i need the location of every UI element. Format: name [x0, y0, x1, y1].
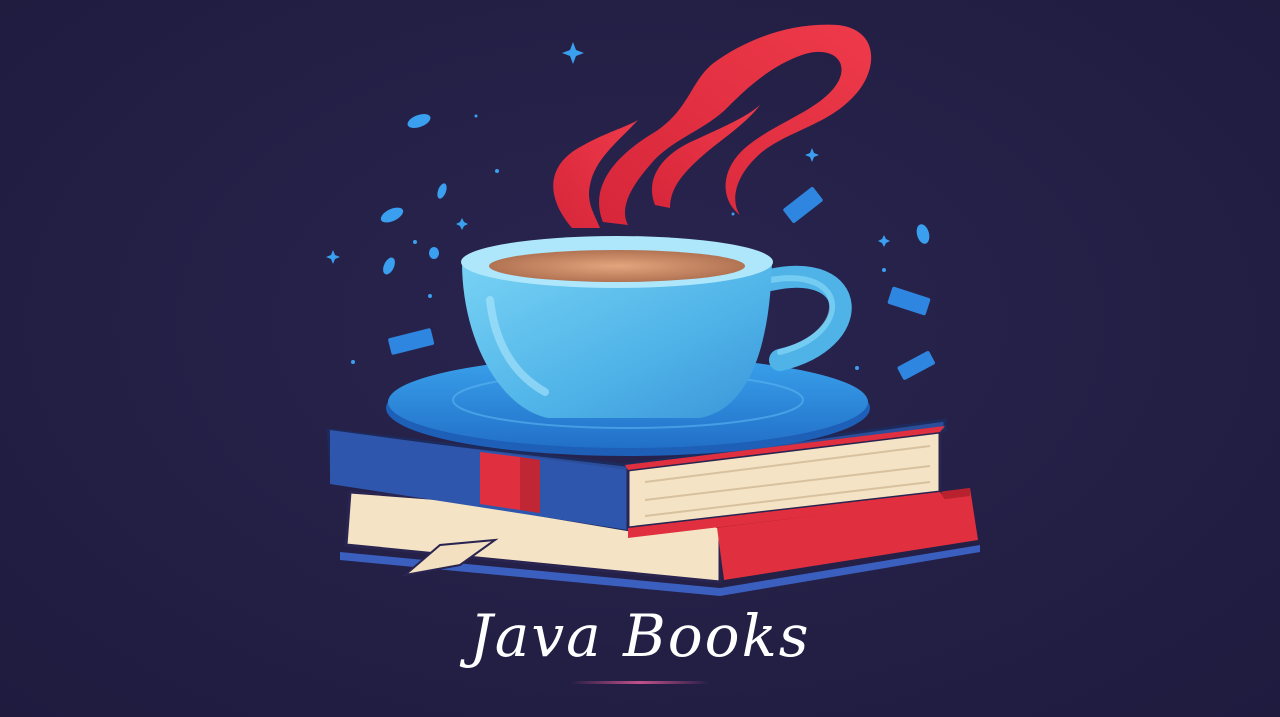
confetti-piece — [428, 294, 432, 298]
confetti-piece — [887, 286, 931, 316]
illustration-canvas: Java Books — [0, 0, 1280, 717]
sparkle-icon — [878, 235, 890, 247]
confetti-piece — [474, 114, 478, 118]
confetti-piece — [383, 257, 395, 275]
page-title: Java Books — [469, 602, 811, 670]
steam-icon — [553, 24, 872, 228]
sparkle-icon — [805, 148, 819, 162]
confetti-piece — [351, 360, 355, 364]
confetti-piece — [882, 268, 886, 272]
confetti-piece — [916, 224, 930, 244]
confetti-piece — [380, 207, 404, 223]
confetti-piece — [413, 240, 417, 244]
title-underline — [570, 681, 710, 684]
sparkle-icon — [562, 42, 584, 64]
confetti-piece — [783, 187, 823, 223]
confetti-piece — [855, 366, 859, 370]
confetti-piece — [437, 183, 447, 199]
confetti-piece — [495, 169, 499, 173]
confetti-piece — [897, 351, 935, 380]
confetti-piece — [429, 247, 439, 259]
sparkle-icon — [326, 250, 340, 264]
confetti-piece — [407, 114, 431, 128]
top-book-band — [480, 452, 520, 510]
confetti-piece — [388, 328, 435, 355]
confetti-piece — [731, 212, 735, 216]
sparkle-icon — [456, 218, 468, 230]
